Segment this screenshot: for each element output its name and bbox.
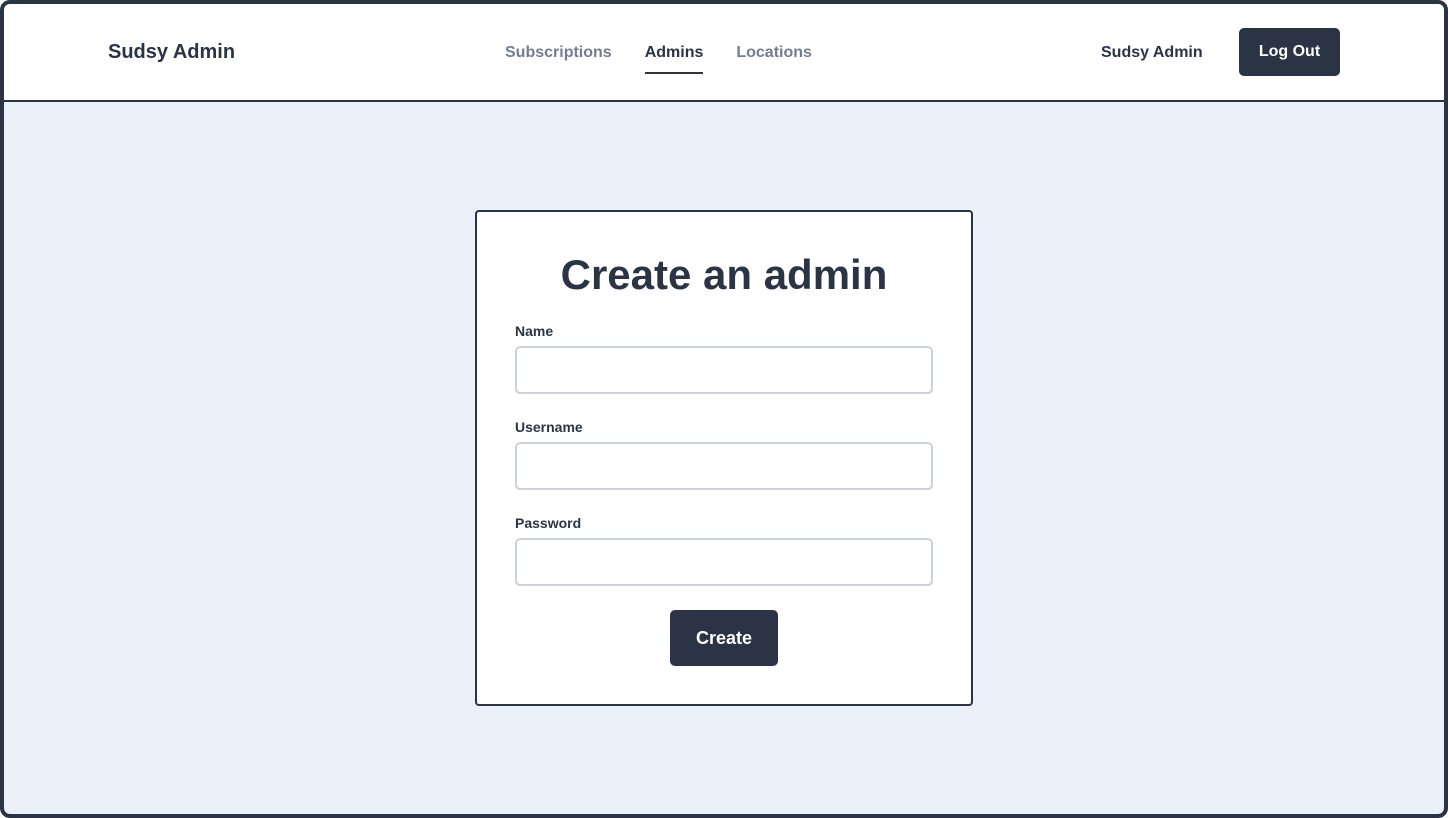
password-input[interactable]	[515, 538, 933, 586]
create-button[interactable]: Create	[670, 610, 778, 666]
nav-tab-admins[interactable]: Admins	[644, 43, 704, 74]
name-label: Name	[515, 323, 554, 339]
password-label: Password	[515, 515, 582, 531]
create-admin-form: Create an admin Name Username Password C…	[475, 210, 973, 706]
app-window: Sudsy Admin Subscriptions Admins Locatio…	[0, 0, 1448, 818]
logout-button[interactable]: Log Out	[1239, 28, 1340, 76]
nav-tab-subscriptions[interactable]: Subscriptions	[505, 43, 612, 74]
name-input[interactable]	[515, 346, 933, 394]
brand-title: Sudsy Admin	[108, 41, 236, 63]
top-nav-bar: Sudsy Admin Subscriptions Admins Locatio…	[4, 4, 1444, 102]
form-title: Create an admin	[560, 251, 888, 298]
nav-tab-locations[interactable]: Locations	[736, 43, 812, 74]
current-user-name: Sudsy Admin	[1101, 44, 1203, 61]
username-label: Username	[515, 419, 583, 435]
main-nav: Subscriptions Admins Locations	[505, 43, 812, 74]
username-input[interactable]	[515, 442, 933, 490]
